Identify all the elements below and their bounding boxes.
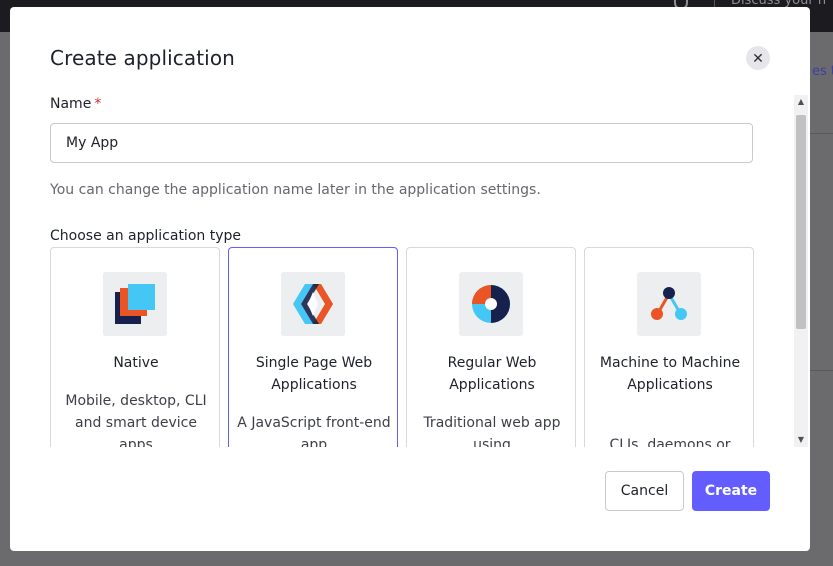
app-type-title: Regular Web Applications — [447, 355, 537, 393]
background-divider — [810, 370, 833, 371]
app-type-card-native[interactable]: Native Mobile, desktop, CLI and smart de… — [50, 247, 220, 447]
name-field-label: Name * — [50, 96, 101, 112]
app-type-description: Traditional web app using — [423, 415, 561, 447]
app-type-card-m2m[interactable]: Machine to Machine Applications CLIs, da… — [584, 247, 754, 447]
scroll-up-arrow-icon[interactable]: ▲ — [794, 95, 808, 109]
dialog-title: Create application — [50, 46, 235, 70]
spa-icon — [281, 272, 345, 336]
scroll-down-arrow-icon[interactable]: ▼ — [794, 433, 808, 447]
scrollbar-thumb[interactable] — [796, 115, 806, 329]
application-name-input[interactable] — [50, 123, 753, 163]
regular-web-app-icon — [459, 272, 523, 336]
app-type-card-spa[interactable]: Single Page Web Applications A JavaScrip… — [228, 247, 398, 447]
create-button[interactable]: Create — [692, 471, 770, 511]
name-label-text: Name — [50, 96, 92, 112]
name-help-text: You can change the application name late… — [50, 182, 541, 198]
app-type-card-regular-web[interactable]: Regular Web Applications Traditional web… — [406, 247, 576, 447]
app-type-title: Native — [113, 355, 159, 371]
cancel-button[interactable]: Cancel — [605, 471, 684, 511]
background-divider — [810, 133, 833, 134]
create-application-dialog: Create application ✕ Name* You can chang… — [10, 7, 810, 551]
scrollbar[interactable]: ▲ ▼ — [794, 95, 808, 447]
close-button[interactable]: ✕ — [746, 46, 770, 70]
background-link: es t — [812, 64, 833, 79]
app-type-title: Single Page Web Applications — [255, 355, 373, 393]
required-marker: * — [94, 96, 102, 112]
close-icon: ✕ — [752, 49, 764, 66]
native-app-icon — [103, 272, 167, 336]
application-type-label: Choose an application type — [50, 228, 241, 244]
dialog-scroll-area[interactable]: Name* You can change the application nam… — [10, 95, 810, 447]
app-type-description: CLIs, daemons or — [609, 437, 731, 447]
app-type-description: Mobile, desktop, CLI and smart device ap… — [65, 393, 207, 447]
m2m-app-icon — [637, 272, 701, 336]
app-type-description: A JavaScript front-end app — [237, 415, 391, 447]
app-type-title: Machine to Machine Applications — [599, 355, 741, 393]
